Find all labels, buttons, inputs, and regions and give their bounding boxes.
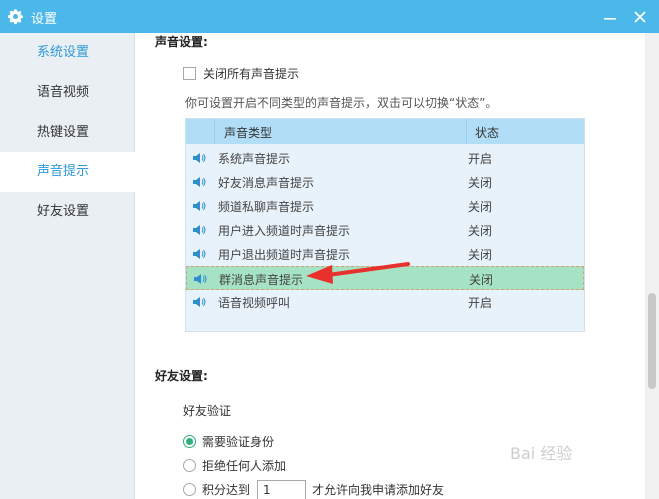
header-sound-type: 声音类型 — [224, 126, 273, 140]
sound-type-table: 声音类型 状态 系统声音提示 开启 好友消息声音提示 关闭 频道私聊声音提示 关… — [185, 118, 585, 332]
table-row[interactable]: 用户进入频道时声音提示 关闭 — [186, 218, 584, 242]
scrollbar-thumb[interactable] — [648, 293, 656, 389]
close-icon[interactable] — [631, 8, 649, 26]
sound-state: 开启 — [468, 152, 493, 166]
speaker-icon — [193, 177, 206, 187]
sound-state: 关闭 — [469, 273, 494, 287]
watermark: Bai 经验 — [510, 444, 573, 463]
gear-icon — [8, 9, 23, 25]
sidebar-item-sound[interactable]: 声音提示 — [0, 152, 135, 192]
sound-type: 用户进入频道时声音提示 — [218, 224, 351, 238]
friend-verify-label: 好友验证 — [183, 404, 232, 418]
table-header: 声音类型 状态 — [186, 119, 584, 144]
sound-state: 关闭 — [468, 248, 493, 262]
table-row-selected[interactable]: 群消息声音提示 关闭 — [186, 266, 584, 290]
sound-section-title: 声音设置: — [155, 35, 208, 49]
sidebar-item-hotkey[interactable]: 热键设置 — [0, 113, 135, 153]
table-row[interactable]: 用户退出频道时声音提示 关闭 — [186, 242, 584, 266]
speaker-icon — [193, 201, 206, 211]
sound-type: 用户退出频道时声音提示 — [218, 248, 351, 262]
mute-all-label[interactable]: 关闭所有声音提示 — [203, 65, 299, 82]
friend-section-title: 好友设置: — [155, 369, 208, 383]
table-row[interactable]: 语音视频呼叫 开启 — [186, 290, 584, 314]
sound-type: 群消息声音提示 — [219, 273, 304, 287]
settings-content: 声音设置: 关闭所有声音提示 你可设置开启不同类型的声音提示，双击可以切换“状态… — [135, 33, 645, 499]
sound-type: 系统声音提示 — [218, 152, 291, 166]
speaker-icon — [194, 274, 207, 284]
speaker-icon — [193, 153, 206, 163]
table-row[interactable]: 系统声音提示 开启 — [186, 146, 584, 170]
sidebar-item-friends[interactable]: 好友设置 — [0, 192, 135, 232]
mute-all-checkbox[interactable] — [183, 67, 196, 80]
sound-type: 好友消息声音提示 — [218, 176, 315, 190]
sidebar-item-voice-video[interactable]: 语音视频 — [0, 73, 135, 113]
window-title: 设置 — [31, 12, 58, 27]
radio-reject-all-label[interactable]: 拒绝任何人添加 — [202, 457, 286, 474]
sidebar-item-system[interactable]: 系统设置 — [0, 33, 135, 73]
sound-type: 语音视频呼叫 — [218, 296, 291, 310]
sound-state: 关闭 — [468, 200, 493, 214]
sound-state: 开启 — [468, 296, 493, 310]
radio-require-verify-label[interactable]: 需要验证身份 — [202, 433, 274, 450]
sound-hint-text: 你可设置开启不同类型的声音提示，双击可以切换“状态”。 — [185, 96, 498, 110]
radio-points-label[interactable]: 积分达到 — [202, 481, 250, 498]
table-row[interactable]: 好友消息声音提示 关闭 — [186, 170, 584, 194]
speaker-icon — [193, 225, 206, 235]
radio-require-verify[interactable] — [183, 435, 196, 448]
header-state: 状态 — [475, 126, 500, 140]
speaker-icon — [193, 249, 206, 259]
table-row[interactable]: 频道私聊声音提示 关闭 — [186, 194, 584, 218]
scrollbar[interactable] — [645, 33, 659, 499]
speaker-icon — [193, 297, 206, 307]
minimize-icon[interactable] — [601, 8, 619, 26]
radio-reject-all[interactable] — [183, 459, 196, 472]
sound-state: 关闭 — [468, 224, 493, 238]
points-input[interactable]: 1 — [257, 480, 306, 499]
radio-points[interactable] — [183, 483, 196, 496]
points-suffix-label: 才允许向我申请添加好友 — [312, 483, 445, 497]
sidebar: 系统设置 语音视频 热键设置 声音提示 好友设置 — [0, 33, 135, 499]
sound-state: 关闭 — [468, 176, 493, 190]
sound-type: 频道私聊声音提示 — [218, 200, 315, 214]
title-bar: 设置 — [0, 0, 659, 33]
